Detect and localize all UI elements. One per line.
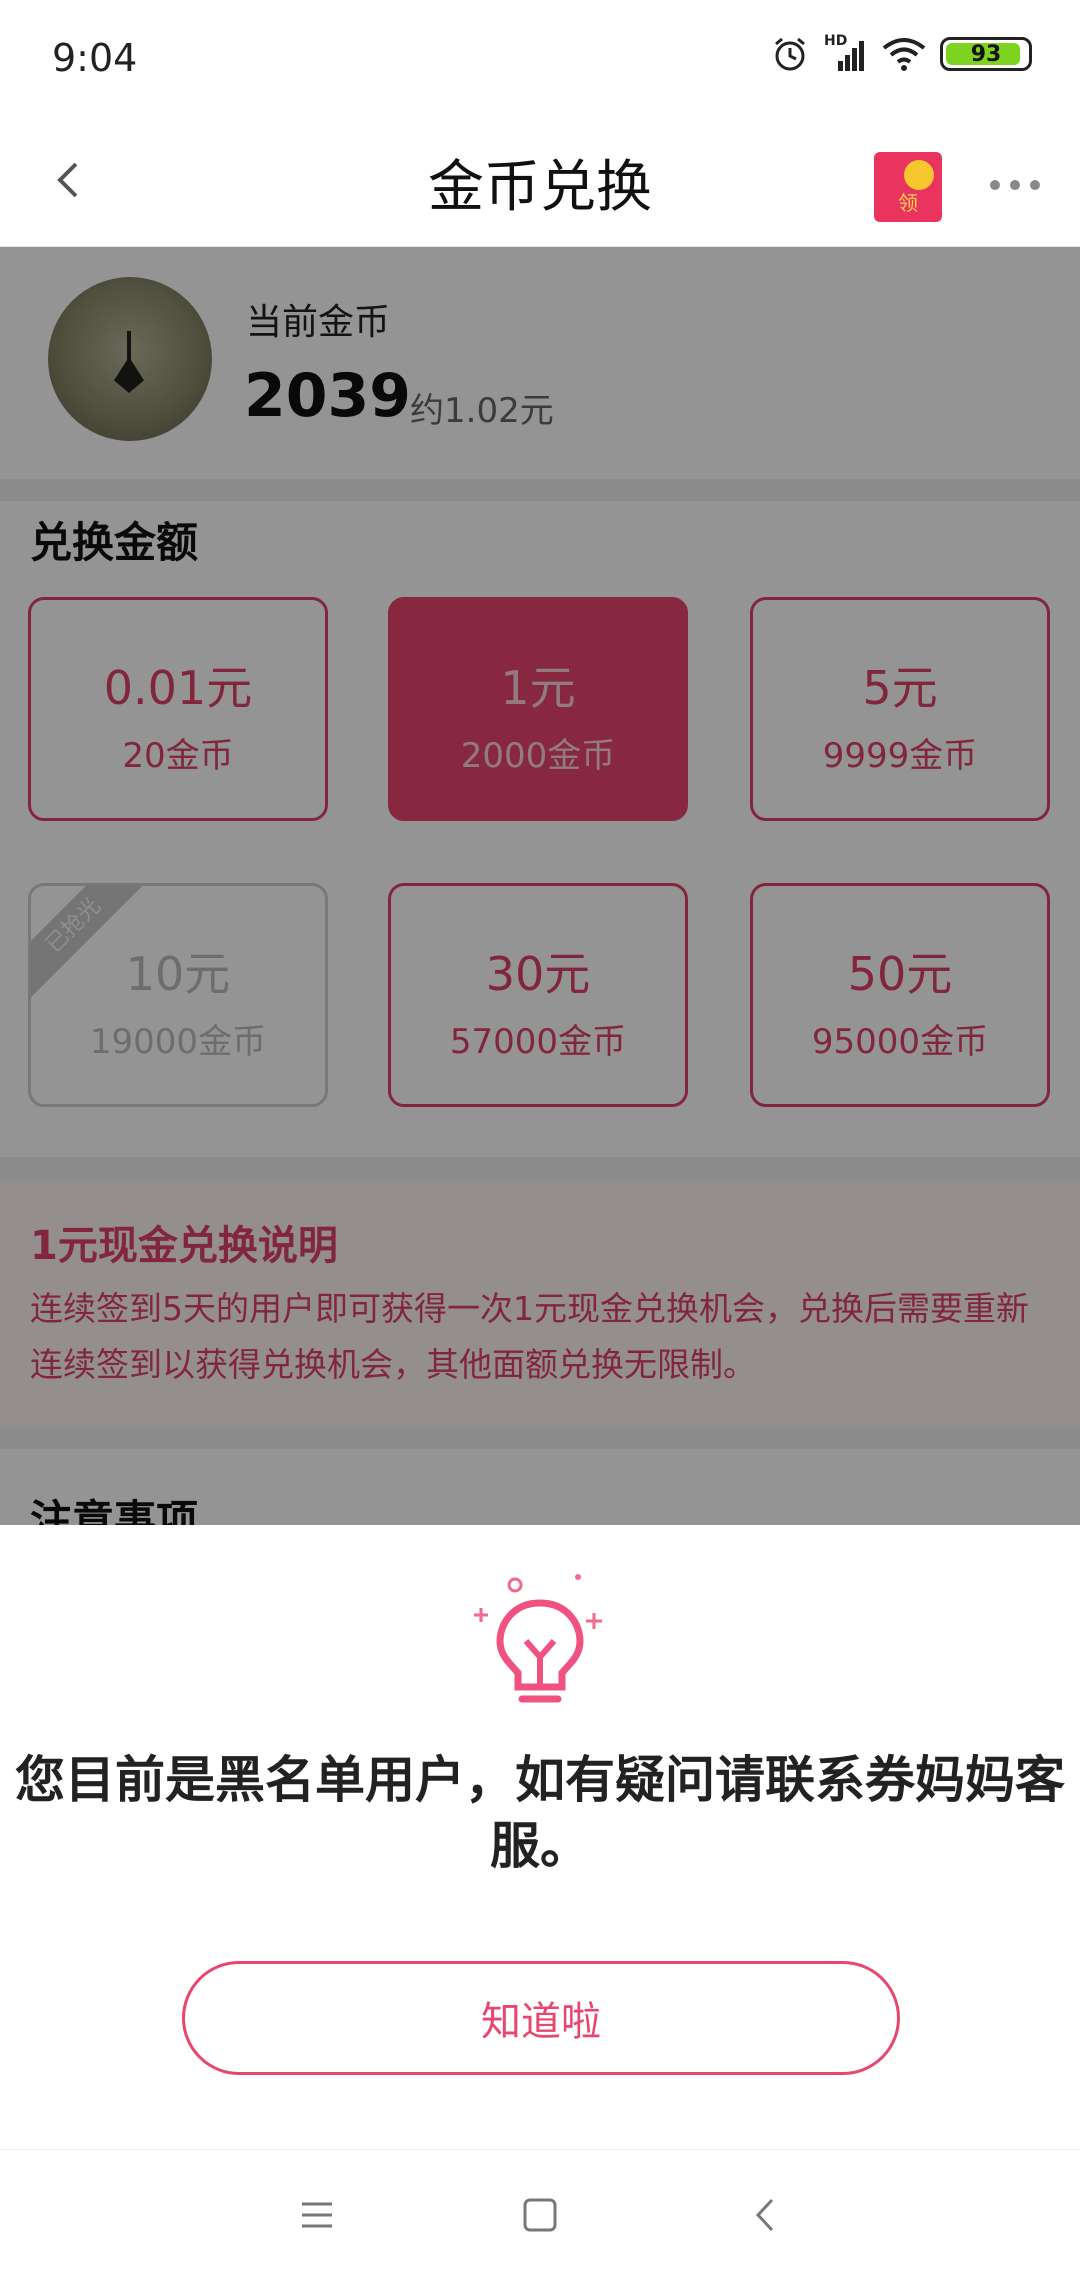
red-packet-button[interactable]: 领 (874, 152, 942, 222)
got-it-button[interactable]: 知道啦 (182, 1961, 900, 2075)
more-icon (990, 180, 1000, 190)
back-icon[interactable] (742, 2190, 792, 2240)
lightbulb-icon (474, 1574, 602, 1703)
home-icon[interactable] (515, 2190, 565, 2240)
battery-level: 93 (970, 41, 1002, 67)
more-button[interactable] (990, 170, 1040, 200)
signal-icon: HD (824, 33, 868, 73)
dialog-message: 您目前是黑名单用户，如有疑问请联系券妈妈客服。 (15, 1751, 1065, 1875)
modal-overlay[interactable] (0, 247, 1080, 1525)
status-time: 9:04 (52, 36, 138, 80)
wifi-icon (882, 38, 926, 71)
battery-icon: 93 (940, 37, 1032, 71)
alarm-icon (775, 37, 805, 71)
coin-icon (904, 160, 934, 190)
red-packet-label: 领 (898, 191, 918, 215)
system-nav-bar (0, 2149, 1080, 2281)
status-bar: 9:04 HD 93 (0, 0, 1080, 120)
status-icons: HD 93 (770, 33, 1032, 74)
blacklist-dialog: 您目前是黑名单用户，如有疑问请联系券妈妈客服。 知道啦 (0, 1525, 1080, 2149)
header: 金币兑换 领 (0, 120, 1080, 247)
menu-icon[interactable] (292, 2190, 342, 2240)
